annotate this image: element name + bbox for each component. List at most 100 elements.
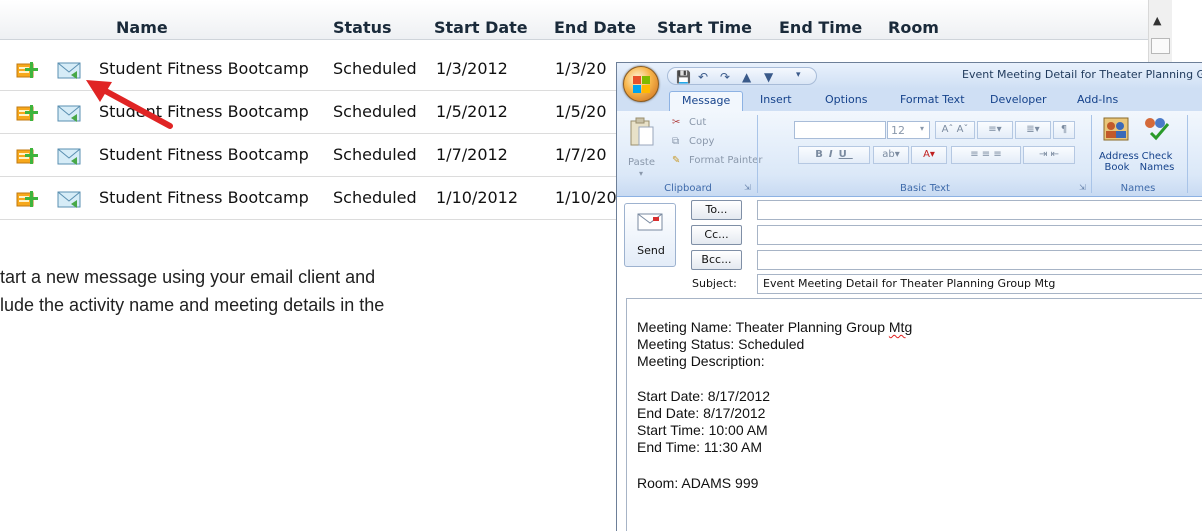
event-status: Scheduled bbox=[333, 59, 417, 78]
font-size-dropdown-icon[interactable]: ▾ bbox=[920, 124, 924, 133]
tab-insert[interactable]: Insert bbox=[760, 93, 792, 106]
subject-label: Subject: bbox=[692, 277, 737, 290]
instruction-line: tart a new message using your email clie… bbox=[0, 267, 376, 287]
scroll-up-arrow-icon[interactable]: ▲ bbox=[1153, 14, 1161, 27]
column-header-status[interactable]: Status bbox=[333, 18, 392, 37]
send-label: Send bbox=[637, 244, 665, 257]
names-group-label: Names bbox=[1120, 183, 1156, 194]
basic-text-launcher-icon[interactable]: ⇲ bbox=[1079, 183, 1086, 192]
meeting-description-line: Meeting Description: bbox=[637, 353, 765, 369]
edit-icon[interactable] bbox=[16, 190, 38, 208]
meeting-name-text: Meeting Name: Theater Planning Group bbox=[637, 319, 889, 335]
highlight-button[interactable]: ab▾ bbox=[873, 146, 909, 164]
paste-dropdown-icon[interactable]: ▾ bbox=[639, 169, 643, 178]
paste-icon[interactable] bbox=[629, 117, 655, 147]
tab-add-ins[interactable]: Add-Ins bbox=[1077, 93, 1118, 106]
address-book-button[interactable]: Address bbox=[1099, 151, 1139, 162]
tab-message[interactable]: Message bbox=[669, 91, 744, 111]
cut-icon[interactable]: ✂ bbox=[672, 117, 680, 128]
message-header: Send To... Cc... Bcc... Subject: Event M… bbox=[617, 197, 1202, 296]
edit-icon[interactable] bbox=[16, 61, 38, 79]
scrollbar-thumb[interactable] bbox=[1151, 38, 1170, 54]
column-header-end-date[interactable]: End Date bbox=[554, 18, 636, 37]
group-separator bbox=[1091, 115, 1092, 193]
check-names-button[interactable]: Check bbox=[1139, 151, 1175, 162]
office-button[interactable] bbox=[623, 66, 659, 102]
email-icon[interactable] bbox=[57, 104, 81, 122]
event-start-date: 1/3/2012 bbox=[436, 59, 508, 78]
tab-options[interactable]: Options bbox=[825, 93, 867, 106]
event-name: Student Fitness Bootcamp bbox=[99, 145, 309, 164]
format-painter-icon[interactable]: ✎ bbox=[672, 155, 680, 166]
office-logo-icon bbox=[633, 76, 650, 93]
clipboard-group-label: Clipboard bbox=[664, 183, 712, 194]
copy-button[interactable]: Copy bbox=[689, 136, 714, 147]
email-icon[interactable] bbox=[57, 190, 81, 208]
bcc-button[interactable]: Bcc... bbox=[691, 250, 742, 270]
event-start-date: 1/5/2012 bbox=[436, 102, 508, 121]
column-header-start-time[interactable]: Start Time bbox=[657, 18, 752, 37]
font-name-select[interactable] bbox=[794, 121, 886, 139]
column-header-name[interactable]: Name bbox=[116, 18, 168, 37]
bold-italic-underline-buttons[interactable]: BIU bbox=[798, 146, 870, 164]
address-book-icon[interactable] bbox=[1103, 117, 1129, 141]
font-grow-shrink-button[interactable]: Aˆ Aˇ bbox=[935, 121, 975, 139]
subject-field[interactable]: Event Meeting Detail for Theater Plannin… bbox=[757, 274, 1202, 294]
font-size-value: 12 bbox=[891, 124, 905, 137]
send-button[interactable]: Send bbox=[624, 203, 676, 267]
ribbon-tabs: Message Insert Options Format Text Devel… bbox=[617, 89, 1202, 111]
styles-icon[interactable]: ¶ bbox=[1053, 121, 1075, 139]
redo-icon[interactable]: ↷ bbox=[720, 70, 730, 84]
copy-icon[interactable]: ⧉ bbox=[672, 136, 679, 147]
previous-item-icon[interactable]: ▲ bbox=[742, 70, 751, 84]
cc-field[interactable] bbox=[757, 225, 1202, 245]
customize-toolbar-icon[interactable]: ▾ bbox=[796, 70, 801, 80]
bullets-button[interactable]: ≡▾ bbox=[977, 121, 1013, 139]
font-size-select[interactable]: 12 ▾ bbox=[887, 121, 930, 139]
to-field[interactable] bbox=[757, 200, 1202, 220]
grid-header: Name Status Start Date End Date Start Ti… bbox=[0, 0, 1148, 40]
tab-format-text[interactable]: Format Text bbox=[900, 93, 965, 106]
edit-icon[interactable] bbox=[16, 147, 38, 165]
event-name: Student Fitness Bootcamp bbox=[99, 188, 309, 207]
edit-icon[interactable] bbox=[16, 104, 38, 122]
event-status: Scheduled bbox=[333, 145, 417, 164]
red-arrow-icon bbox=[86, 80, 173, 129]
send-envelope-icon bbox=[637, 213, 663, 231]
message-body[interactable]: Meeting Name: Theater Planning Group Mtg… bbox=[626, 298, 1202, 531]
paste-button[interactable]: Paste bbox=[628, 157, 655, 168]
event-end-date: 1/7/20 bbox=[555, 145, 607, 164]
email-icon[interactable] bbox=[57, 147, 81, 165]
check-names-button-line2[interactable]: Names bbox=[1139, 162, 1175, 173]
start-date-line: Start Date: 8/17/2012 bbox=[637, 388, 771, 404]
event-status: Scheduled bbox=[333, 102, 417, 121]
column-header-start-date[interactable]: Start Date bbox=[434, 18, 528, 37]
event-start-date: 1/7/2012 bbox=[436, 145, 508, 164]
email-icon[interactable] bbox=[57, 61, 81, 79]
check-names-icon[interactable] bbox=[1141, 115, 1171, 141]
clipboard-launcher-icon[interactable]: ⇲ bbox=[744, 183, 751, 192]
end-date-line: End Date: 8/17/2012 bbox=[637, 405, 766, 421]
format-painter-button[interactable]: Format Painter bbox=[689, 155, 762, 166]
tab-developer[interactable]: Developer bbox=[990, 93, 1047, 106]
cut-button[interactable]: Cut bbox=[689, 117, 706, 128]
meeting-name-line: Meeting Name: Theater Planning Group Mtg bbox=[637, 319, 912, 335]
address-book-button-line2[interactable]: Book bbox=[1099, 162, 1135, 173]
font-color-button[interactable]: A▾ bbox=[911, 146, 947, 164]
column-header-end-time[interactable]: End Time bbox=[779, 18, 862, 37]
undo-icon[interactable]: ↶ bbox=[698, 70, 708, 84]
bcc-field[interactable] bbox=[757, 250, 1202, 270]
numbering-button[interactable]: ≣▾ bbox=[1015, 121, 1051, 139]
event-start-date: 1/10/2012 bbox=[436, 188, 519, 207]
next-item-icon[interactable]: ▼ bbox=[764, 70, 773, 84]
event-end-date: 1/3/20 bbox=[555, 59, 607, 78]
align-buttons[interactable]: ≡ ≡ ≡ bbox=[951, 146, 1021, 164]
indent-buttons[interactable]: ⇥ ⇤ bbox=[1023, 146, 1075, 164]
group-separator bbox=[1187, 115, 1188, 193]
to-button[interactable]: To... bbox=[691, 200, 742, 220]
column-header-room[interactable]: Room bbox=[888, 18, 939, 37]
save-icon[interactable]: 💾 bbox=[676, 70, 691, 84]
quick-access-toolbar: 💾 ↶ ↷ ▲ ▼ ▾ bbox=[667, 67, 817, 85]
cc-button[interactable]: Cc... bbox=[691, 225, 742, 245]
window-titlebar: 💾 ↶ ↷ ▲ ▼ ▾ Event Meeting Detail for The… bbox=[617, 63, 1202, 89]
